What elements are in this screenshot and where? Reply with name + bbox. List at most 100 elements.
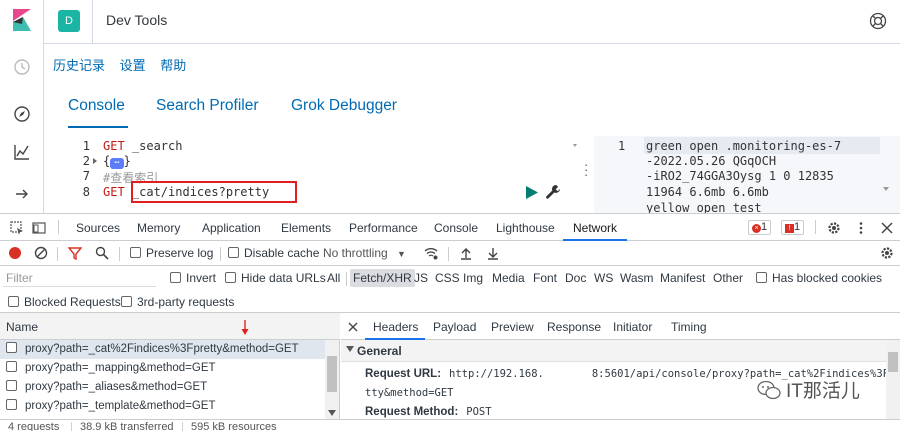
scrollbar-thumb[interactable] (327, 356, 337, 392)
play-icon[interactable] (525, 186, 538, 199)
toolbar-separator (119, 247, 120, 261)
editor-scrollbar[interactable] (571, 142, 579, 202)
dt-tab-sources[interactable]: Sources (76, 221, 120, 235)
name-header-label: Name (6, 320, 39, 334)
dt-tab-elements[interactable]: Elements (281, 221, 331, 235)
help-icon[interactable] (868, 11, 888, 31)
issues-count-badge[interactable]: ! 1 (781, 220, 805, 235)
code-text: _search (124, 139, 183, 153)
kibana-logo-icon[interactable] (11, 9, 33, 31)
filter-type-manifest[interactable]: Manifest (660, 271, 705, 285)
checkbox[interactable] (228, 247, 239, 258)
filter-type-js[interactable]: JS (414, 271, 428, 285)
record-icon[interactable] (8, 246, 22, 260)
detail-tab-headers[interactable]: Headers (373, 320, 418, 334)
filter-type-doc[interactable]: Doc (565, 271, 586, 285)
filter-type-css[interactable]: CSS (435, 271, 460, 285)
request-row[interactable]: proxy?path=_template&method=GET (0, 397, 325, 419)
filter-type-wasm[interactable]: Wasm (620, 271, 654, 285)
folded-block[interactable]: ⋯ (110, 158, 124, 169)
compass-icon[interactable] (12, 104, 32, 124)
hide-data-urls-checkbox[interactable]: Hide data URLs (225, 271, 326, 285)
menu-help[interactable]: 帮助 (160, 58, 186, 73)
device-toolbar-icon[interactable] (32, 221, 46, 235)
request-row[interactable]: proxy?path=_aliases&method=GET (0, 378, 325, 397)
filter-input[interactable]: Filter (3, 269, 156, 287)
name-column-header[interactable]: Name (0, 313, 340, 340)
expand-arrow-icon[interactable] (12, 184, 32, 204)
request-row[interactable]: proxy?path=_cat%2Findices%3Fpretty&metho… (0, 340, 325, 359)
request-method-row: Request Method: POST (365, 406, 492, 418)
blocked-requests-label: Blocked Requests (24, 295, 121, 309)
detail-tab-initiator[interactable]: Initiator (613, 320, 652, 334)
scrollbar-thumb[interactable] (888, 352, 898, 372)
detail-tab-timing[interactable]: Timing (671, 320, 707, 334)
filter-type-ws[interactable]: WS (594, 271, 613, 285)
close-detail-icon[interactable] (348, 322, 358, 332)
filter-type-font[interactable]: Font (533, 271, 557, 285)
filter-type-all[interactable]: All (327, 271, 340, 285)
dt-tab-performance[interactable]: Performance (349, 221, 418, 235)
filter-type-media[interactable]: Media (492, 271, 525, 285)
fold-arrow-icon[interactable] (92, 158, 98, 164)
request-name: proxy?path=_mapping&method=GET (25, 362, 216, 374)
app-badge[interactable]: D (58, 10, 80, 32)
blocked-requests-checkbox[interactable]: Blocked Requests (8, 295, 121, 309)
detail-scrollbar[interactable] (886, 340, 900, 419)
export-har-icon[interactable] (486, 246, 500, 260)
inspect-element-icon[interactable] (10, 221, 24, 235)
detail-tab-preview[interactable]: Preview (491, 320, 534, 334)
menu-settings[interactable]: 设置 (120, 58, 146, 73)
disable-cache-checkbox[interactable]: Disable cache (228, 246, 319, 260)
checkbox[interactable] (225, 272, 236, 283)
preserve-log-checkbox[interactable]: Preserve log (130, 246, 213, 260)
throttling-select[interactable]: No throttling ▼ (323, 246, 406, 260)
filter-icon[interactable] (68, 246, 82, 260)
detail-tab-payload[interactable]: Payload (433, 320, 476, 334)
throttling-value: No throttling (323, 246, 388, 260)
filter-type-other[interactable]: Other (713, 271, 743, 285)
tab-search-profiler[interactable]: Search Profiler (156, 97, 259, 115)
third-party-checkbox[interactable]: 3rd-party requests (121, 295, 234, 309)
checkbox[interactable] (170, 272, 181, 283)
general-section-header[interactable]: General (341, 340, 886, 362)
checkbox[interactable] (121, 296, 132, 307)
checkbox[interactable] (130, 247, 141, 258)
invert-checkbox[interactable]: Invert (170, 271, 216, 285)
import-har-icon[interactable] (459, 246, 473, 260)
dt-tab-application[interactable]: Application (202, 221, 261, 235)
scroll-down-arrow-icon[interactable] (328, 410, 336, 416)
clock-icon[interactable] (12, 57, 32, 77)
checkbox[interactable] (8, 296, 19, 307)
dt-tab-lighthouse[interactable]: Lighthouse (496, 221, 555, 235)
request-list-scrollbar[interactable] (325, 340, 339, 419)
output-scroll-arrow-icon[interactable] (882, 186, 890, 192)
close-icon[interactable] (880, 221, 894, 235)
clear-icon[interactable] (34, 246, 48, 260)
filter-type-img[interactable]: Img (463, 271, 483, 285)
dt-tab-console[interactable]: Console (434, 221, 478, 235)
tab-grok-debugger[interactable]: Grok Debugger (291, 97, 397, 115)
network-conditions-icon[interactable] (424, 246, 438, 260)
menu-history[interactable]: 历史记录 (53, 58, 105, 73)
visualize-icon[interactable] (12, 142, 32, 162)
dt-tab-network[interactable]: Network (573, 221, 617, 235)
panel-resize-handle[interactable]: · · · (584, 158, 590, 181)
detail-tab-response[interactable]: Response (547, 320, 601, 334)
console-editor[interactable]: 1 GET _search 2 {⋯} 7 #查看索引 8 GET _cat/i… (56, 136, 579, 213)
toolbar-separator (448, 247, 449, 261)
wechat-icon (757, 380, 781, 400)
dt-tab-memory[interactable]: Memory (137, 221, 180, 235)
tab-console[interactable]: Console (68, 97, 125, 115)
request-name: proxy?path=_template&method=GET (25, 400, 216, 412)
filter-type-fetch-xhr[interactable]: Fetch/XHR (350, 269, 415, 287)
error-count-badge[interactable]: × 1 (748, 220, 772, 235)
network-settings-gear-icon[interactable] (880, 246, 894, 260)
checkbox[interactable] (756, 272, 767, 283)
more-options-icon[interactable] (854, 221, 868, 235)
search-icon[interactable] (95, 246, 109, 260)
has-blocked-cookies-checkbox[interactable]: Has blocked cookies (756, 271, 882, 285)
gear-icon[interactable] (827, 221, 841, 235)
request-row[interactable]: proxy?path=_mapping&method=GET (0, 359, 325, 378)
wrench-icon[interactable] (545, 184, 561, 200)
